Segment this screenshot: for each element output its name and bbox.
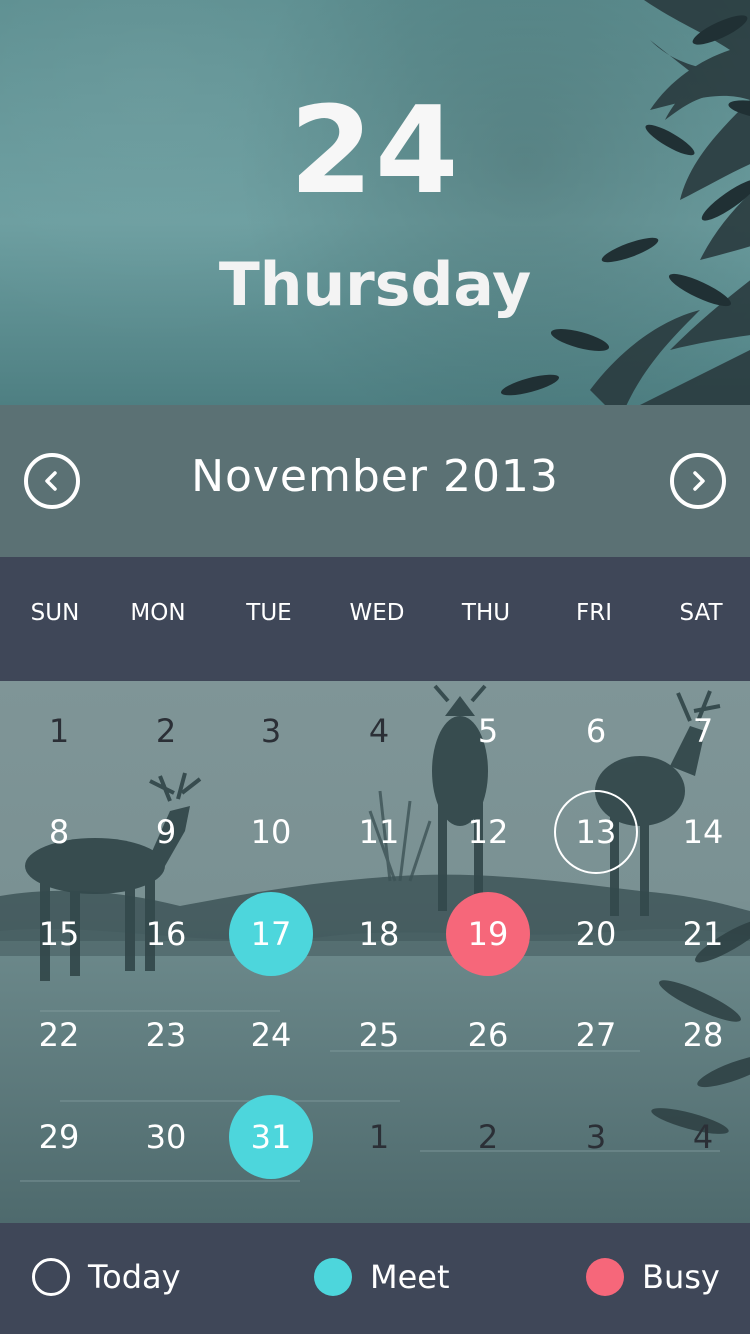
day-number: 19 — [467, 915, 509, 953]
day-number: 22 — [38, 1016, 80, 1054]
month-navigation-bar: November 2013 — [0, 405, 750, 557]
day-number: 2 — [477, 1118, 499, 1156]
calendar-day-grid: 1 2 3 4 5 6 7 8 9 10 11 12 13 14 15 16 17 18 19 20 21 22 23 24 2… — [0, 681, 750, 1223]
day-cell[interactable]: 30 — [116, 1097, 216, 1177]
day-number: 17 — [250, 915, 292, 953]
selected-weekday: Thursday — [218, 250, 532, 320]
day-cell[interactable]: 4 — [329, 691, 429, 771]
day-cell[interactable]: 22 — [9, 995, 109, 1075]
day-number: 25 — [358, 1016, 400, 1054]
day-cell[interactable]: 3 — [546, 1097, 646, 1177]
day-number: 24 — [250, 1016, 292, 1054]
day-number: 14 — [682, 813, 724, 851]
day-number: 30 — [145, 1118, 187, 1156]
day-number: 1 — [368, 1118, 390, 1156]
day-cell[interactable]: 23 — [116, 995, 216, 1075]
day-cell[interactable]: 1 — [9, 691, 109, 771]
meet-dot-icon — [314, 1258, 352, 1296]
day-number: 26 — [467, 1016, 509, 1054]
day-cell[interactable]: 21 — [653, 894, 750, 974]
day-number: 3 — [585, 1118, 607, 1156]
day-cell[interactable]: 10 — [221, 792, 321, 872]
weekday-label: SUN — [30, 600, 80, 626]
legend-meet: Meet — [314, 1258, 450, 1296]
day-cell[interactable]: 25 — [329, 995, 429, 1075]
weekday-label: THU — [461, 600, 511, 626]
day-number: 20 — [575, 915, 617, 953]
day-number: 28 — [682, 1016, 724, 1054]
day-cell[interactable]: 31 — [221, 1095, 321, 1179]
day-number: 16 — [145, 915, 187, 953]
day-number: 29 — [38, 1118, 80, 1156]
day-number: 4 — [692, 1118, 714, 1156]
day-number: 21 — [682, 915, 724, 953]
busy-dot-icon — [586, 1258, 624, 1296]
day-number: 10 — [250, 813, 292, 851]
day-cell[interactable]: 3 — [221, 691, 321, 771]
day-cell[interactable]: 18 — [329, 894, 429, 974]
legend-busy-label: Busy — [642, 1258, 720, 1296]
weekday-header: SUN MON TUE WED THU FRI SAT — [0, 557, 750, 681]
day-cell[interactable]: 14 — [653, 792, 750, 872]
day-number: 6 — [585, 712, 607, 750]
weekday-label: WED — [349, 600, 405, 626]
day-number: 23 — [145, 1016, 187, 1054]
legend-bar: Today Meet Busy — [0, 1223, 750, 1334]
day-number: 7 — [692, 712, 714, 750]
day-cell[interactable]: 12 — [438, 792, 538, 872]
day-cell[interactable]: 16 — [116, 894, 216, 974]
weekday-label: TUE — [246, 600, 292, 626]
next-month-button[interactable] — [670, 453, 726, 509]
legend-today-label: Today — [88, 1258, 181, 1296]
month-title: November 2013 — [191, 451, 559, 502]
day-cell[interactable]: 26 — [438, 995, 538, 1075]
day-cell[interactable]: 11 — [329, 792, 429, 872]
legend-today: Today — [32, 1258, 181, 1296]
day-number: 18 — [358, 915, 400, 953]
day-cell[interactable]: 24 — [221, 995, 321, 1075]
day-cell[interactable]: 9 — [116, 792, 216, 872]
legend-busy: Busy — [586, 1258, 720, 1296]
selected-day-number: 24 — [289, 82, 461, 221]
day-number: 12 — [467, 813, 509, 851]
day-number: 2 — [155, 712, 177, 750]
day-number: 27 — [575, 1016, 617, 1054]
hero-banner: 24 Thursday — [0, 0, 750, 405]
legend-meet-label: Meet — [370, 1258, 450, 1296]
day-number: 13 — [575, 813, 617, 851]
day-cell[interactable]: 29 — [9, 1097, 109, 1177]
day-number: 1 — [48, 712, 70, 750]
day-cell[interactable]: 4 — [653, 1097, 750, 1177]
weekday-label: FRI — [576, 600, 612, 626]
day-number: 31 — [250, 1118, 292, 1156]
weekday-label: SAT — [679, 600, 723, 626]
day-cell[interactable]: 6 — [546, 691, 646, 771]
day-cell[interactable]: 7 — [653, 691, 750, 771]
day-cell[interactable]: 15 — [9, 894, 109, 974]
day-number: 9 — [155, 813, 177, 851]
day-cell[interactable]: 17 — [221, 892, 321, 976]
day-number: 8 — [48, 813, 70, 851]
today-ring-icon — [32, 1258, 70, 1296]
day-cell[interactable]: 2 — [116, 691, 216, 771]
day-cell[interactable]: 13 — [546, 790, 646, 874]
day-number: 15 — [38, 915, 80, 953]
day-cell[interactable]: 27 — [546, 995, 646, 1075]
day-cell[interactable]: 5 — [438, 691, 538, 771]
day-cell[interactable]: 1 — [329, 1097, 429, 1177]
day-cell[interactable]: 19 — [438, 892, 538, 976]
day-cell[interactable]: 2 — [438, 1097, 538, 1177]
weekday-label: MON — [130, 600, 186, 626]
day-cell[interactable]: 28 — [653, 995, 750, 1075]
chevron-right-icon — [693, 471, 705, 491]
day-number: 4 — [368, 712, 390, 750]
day-number: 5 — [477, 712, 499, 750]
day-cell[interactable]: 8 — [9, 792, 109, 872]
day-cell[interactable]: 20 — [546, 894, 646, 974]
day-number: 11 — [358, 813, 400, 851]
day-number: 3 — [260, 712, 282, 750]
